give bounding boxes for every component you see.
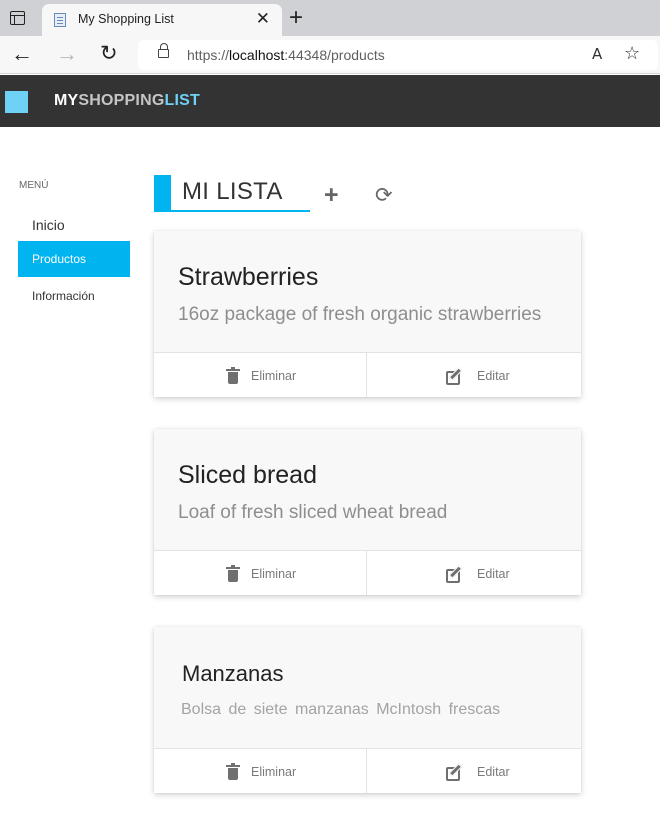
sidebar-item-productos[interactable]: Productos [18, 241, 130, 277]
brand-logo-icon[interactable] [5, 91, 28, 113]
read-aloud-icon[interactable]: A [592, 45, 602, 63]
add-favorite-icon[interactable]: ☆ [624, 43, 640, 64]
browser-tab[interactable]: My Shopping List ✕ [42, 4, 282, 36]
title-accent-bar [154, 175, 171, 212]
menu-label: MENÚ [19, 180, 49, 191]
product-name: Manzanas [182, 661, 284, 686]
product-card: Strawberries 16oz package of fresh organ… [154, 231, 581, 397]
sidebar-item-informacion[interactable]: Información [18, 278, 130, 314]
product-card: Sliced bread Loaf of fresh sliced wheat … [154, 429, 581, 595]
delete-button[interactable]: Eliminar [154, 749, 367, 793]
delete-label: Eliminar [251, 765, 297, 779]
url-host: localhost [229, 47, 285, 63]
refresh-icon[interactable]: ⟳ [375, 183, 393, 207]
close-tab-icon[interactable]: ✕ [256, 10, 270, 28]
url-text[interactable]: https://localhost:44348/products [187, 47, 385, 63]
product-description: Loaf of fresh sliced wheat bread [178, 502, 448, 523]
delete-label: Eliminar [251, 567, 297, 581]
browser-tab-bar: My Shopping List ✕ + [0, 0, 660, 36]
brand-part-shopping: SHOPPING [78, 92, 165, 109]
app-header: MYSHOPPINGLIST [0, 75, 660, 127]
product-card-body: Manzanas Bolsa de siete manzanas McIntos… [154, 627, 581, 748]
tab-title: My Shopping List [78, 12, 174, 26]
product-card-body: Strawberries 16oz package of fresh organ… [154, 231, 581, 352]
trash-icon [226, 367, 240, 384]
delete-button[interactable]: Eliminar [154, 353, 367, 397]
trash-icon [226, 763, 240, 780]
edit-label: Editar [477, 765, 510, 779]
product-name: Sliced bread [178, 461, 317, 489]
delete-button[interactable]: Eliminar [154, 551, 367, 595]
product-card-actions: Eliminar Editar [154, 550, 581, 595]
product-description: Bolsa de siete manzanas McIntosh frescas [181, 701, 501, 718]
edit-label: Editar [477, 369, 510, 383]
forward-icon[interactable]: → [56, 42, 78, 66]
tab-actions-icon[interactable] [10, 11, 25, 25]
edit-button[interactable]: Editar [367, 749, 581, 793]
edit-icon [446, 367, 464, 385]
brand-part-my: MY [54, 92, 79, 109]
url-scheme: https:// [187, 47, 230, 63]
trash-icon [226, 565, 240, 582]
product-card: Manzanas Bolsa de siete manzanas McIntos… [154, 627, 581, 793]
edit-button[interactable]: Editar [367, 353, 581, 397]
product-description: 16oz package of fresh organic strawberri… [178, 304, 542, 325]
product-card-actions: Eliminar Editar [154, 352, 581, 397]
page-favicon-icon [54, 13, 66, 27]
title-underline [171, 210, 310, 212]
edit-icon [446, 763, 464, 781]
browser-toolbar: ← → ↻ https://localhost:44348/products A… [0, 36, 660, 74]
brand-part-list: LIST [164, 92, 200, 109]
product-card-actions: Eliminar Editar [154, 748, 581, 793]
edit-label: Editar [477, 567, 510, 581]
product-card-body: Sliced bread Loaf of fresh sliced wheat … [154, 429, 581, 550]
back-icon[interactable]: ← [11, 42, 33, 66]
edit-icon [446, 565, 464, 583]
lock-icon[interactable] [158, 43, 169, 58]
page-title: MI LISTA [182, 178, 283, 205]
new-tab-button[interactable]: + [289, 6, 303, 30]
delete-label: Eliminar [251, 369, 297, 383]
sidebar-item-inicio[interactable]: Inicio [18, 207, 130, 243]
add-product-button[interactable]: + [324, 181, 339, 209]
url-path: :44348/products [284, 47, 385, 63]
address-bar[interactable]: https://localhost:44348/products A ☆ [138, 40, 658, 70]
edit-button[interactable]: Editar [367, 551, 581, 595]
brand-name[interactable]: MYSHOPPINGLIST [54, 92, 200, 110]
product-name: Strawberries [178, 263, 319, 291]
reload-icon[interactable]: ↻ [100, 42, 118, 66]
